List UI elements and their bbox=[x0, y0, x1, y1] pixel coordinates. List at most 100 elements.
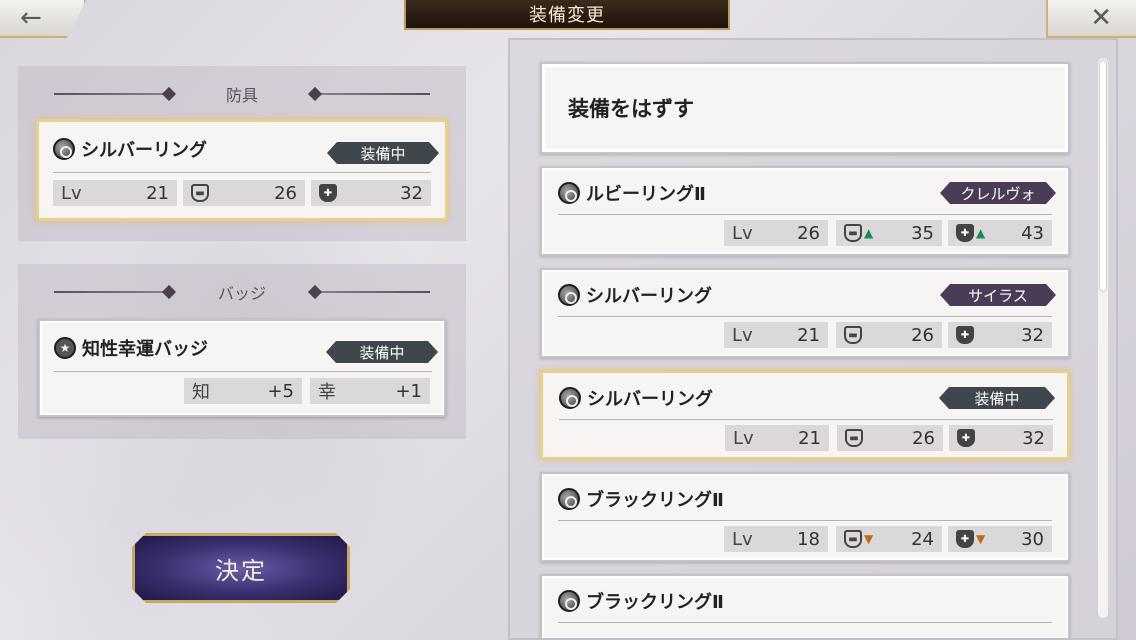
badge-card-name: ★ 知性幸運バッジ bbox=[54, 335, 208, 361]
int-value: +5 bbox=[267, 380, 294, 402]
lv-stat: Lv 18 bbox=[724, 526, 828, 552]
close-icon: ✕ bbox=[1090, 3, 1112, 33]
lv-label: Lv bbox=[732, 222, 753, 244]
badge-section-title: バッジ bbox=[217, 284, 266, 303]
armor-equipped-card[interactable]: シルバーリング 装備中 Lv 21 ▬ 26 ✚ 32 bbox=[36, 119, 448, 221]
card-divider bbox=[558, 622, 1052, 623]
magic-shield-icon: ✚ bbox=[956, 530, 974, 548]
mdef-stat: ✚ ▼ 30 bbox=[948, 526, 1052, 552]
card-divider bbox=[559, 419, 1053, 420]
page-title: 装備変更 bbox=[404, 0, 730, 30]
mdef-value: 32 bbox=[400, 182, 423, 204]
armor-section-header: 防具 bbox=[18, 66, 466, 122]
mdef-value: 32 bbox=[1021, 324, 1044, 346]
def-value: 26 bbox=[912, 427, 935, 449]
def-value: 35 bbox=[911, 222, 934, 244]
stat-up-icon: ▲ bbox=[976, 226, 986, 240]
item-name: ブラックリングⅡ bbox=[586, 592, 724, 613]
armor-section: 防具 シルバーリング 装備中 Lv 21 ▬ 26 ✚ 32 bbox=[18, 66, 466, 241]
shield-icon: ▬ bbox=[191, 184, 209, 202]
card-divider bbox=[53, 172, 431, 173]
scrollbar-thumb[interactable] bbox=[1099, 60, 1107, 292]
equipped-tag: 装備中 bbox=[326, 341, 438, 363]
def-stat: ▬ 26 bbox=[183, 180, 305, 206]
list-item-name: シルバーリング bbox=[559, 385, 713, 411]
list-item-name: シルバーリング bbox=[558, 282, 712, 308]
ornament-right bbox=[310, 93, 430, 95]
character-tag: クレルヴォ bbox=[940, 182, 1056, 204]
list-item[interactable]: シルバーリング 装備中 Lv 21 ▬ 26 ✚ 32 bbox=[540, 370, 1070, 460]
lv-stat: Lv 21 bbox=[725, 425, 829, 451]
item-name: シルバーリング bbox=[586, 286, 712, 307]
magic-shield-icon: ✚ bbox=[957, 429, 975, 447]
list-item[interactable]: ルビーリングⅡ クレルヴォ Lv 26 ▬ ▲ 35 ✚ ▲ 43 bbox=[540, 166, 1070, 256]
badge-icon: ★ bbox=[54, 337, 76, 359]
character-tag: サイラス bbox=[940, 284, 1056, 306]
ring-icon bbox=[558, 284, 580, 306]
mdef-value: 32 bbox=[1022, 427, 1045, 449]
lv-value: 18 bbox=[797, 528, 820, 550]
def-stat: ▬ 26 bbox=[837, 425, 943, 451]
ring-icon bbox=[559, 387, 581, 409]
def-stat: ▬ 26 bbox=[836, 322, 942, 348]
luck-stat: 幸 +1 bbox=[310, 378, 430, 404]
mdef-value: 43 bbox=[1021, 222, 1044, 244]
equipment-list[interactable]: 装備をはずす ルビーリングⅡ クレルヴォ Lv 26 ▬ ▲ 35 ✚ ▲ 43 シ… bbox=[508, 38, 1118, 640]
luck-value: +1 bbox=[395, 380, 422, 402]
card-divider bbox=[558, 316, 1052, 317]
lv-label: Lv bbox=[733, 427, 754, 449]
lv-label: Lv bbox=[61, 182, 82, 204]
ornament-left bbox=[54, 93, 174, 95]
shield-icon: ▬ bbox=[845, 429, 863, 447]
item-name: シルバーリング bbox=[587, 389, 713, 410]
badge-section-header: バッジ bbox=[18, 264, 466, 320]
card-divider bbox=[558, 520, 1052, 521]
stat-down-icon: ▼ bbox=[976, 532, 986, 546]
decide-button[interactable]: 決定 bbox=[132, 533, 350, 603]
list-item-name: ブラックリングⅡ bbox=[558, 588, 724, 614]
lv-stat: Lv 21 bbox=[724, 322, 828, 348]
magic-shield-icon: ✚ bbox=[956, 224, 974, 242]
def-value: 24 bbox=[911, 528, 934, 550]
unequip-button[interactable]: 装備をはずす bbox=[540, 62, 1070, 154]
lv-label: Lv bbox=[732, 528, 753, 550]
mdef-value: 30 bbox=[1021, 528, 1044, 550]
stat-down-icon: ▼ bbox=[864, 532, 874, 546]
ornament-right bbox=[310, 291, 430, 293]
list-item-name: ルビーリングⅡ bbox=[558, 180, 706, 206]
ring-icon bbox=[558, 590, 580, 612]
badge-section: バッジ ★ 知性幸運バッジ 装備中 知 +5 幸 +1 bbox=[18, 264, 466, 439]
def-stat: ▬ ▲ 35 bbox=[836, 220, 942, 246]
luck-label: 幸 bbox=[318, 382, 336, 403]
list-item[interactable]: ブラックリングⅡ Lv 18 ▬ ▼ 24 ✚ ▼ 30 bbox=[540, 472, 1070, 562]
ring-icon bbox=[558, 488, 580, 510]
int-stat: 知 +5 bbox=[184, 378, 302, 404]
int-label: 知 bbox=[192, 382, 210, 403]
shield-icon: ▬ bbox=[844, 326, 862, 344]
equipped-tag: 装備中 bbox=[327, 142, 439, 164]
def-value: 26 bbox=[274, 182, 297, 204]
equipped-tag: 装備中 bbox=[939, 387, 1055, 409]
list-item[interactable]: ブラックリングⅡ bbox=[540, 574, 1070, 638]
badge-equipped-card[interactable]: ★ 知性幸運バッジ 装備中 知 +5 幸 +1 bbox=[38, 319, 446, 417]
ornament-left bbox=[54, 291, 174, 293]
magic-shield-icon: ✚ bbox=[956, 326, 974, 344]
lv-stat: Lv 26 bbox=[724, 220, 828, 246]
magic-shield-icon: ✚ bbox=[319, 184, 337, 202]
item-name: ブラックリングⅡ bbox=[586, 490, 724, 511]
mdef-stat: ✚ ▲ 43 bbox=[948, 220, 1052, 246]
card-divider bbox=[558, 214, 1052, 215]
shield-icon: ▬ bbox=[844, 224, 862, 242]
close-button[interactable]: ✕ bbox=[1046, 0, 1136, 38]
armor-section-title: 防具 bbox=[225, 86, 258, 105]
back-arrow-icon: ← bbox=[20, 3, 42, 33]
def-stat: ▬ ▼ 24 bbox=[836, 526, 942, 552]
lv-value: 21 bbox=[798, 427, 821, 449]
mdef-stat: ✚ 32 bbox=[311, 180, 431, 206]
lv-value: 21 bbox=[797, 324, 820, 346]
lv-value: 21 bbox=[146, 182, 169, 204]
armor-card-name: シルバーリング bbox=[53, 136, 207, 162]
ring-icon bbox=[53, 138, 75, 160]
list-item[interactable]: シルバーリング サイラス Lv 21 ▬ 26 ✚ 32 bbox=[540, 268, 1070, 358]
mdef-stat: ✚ 32 bbox=[949, 425, 1053, 451]
